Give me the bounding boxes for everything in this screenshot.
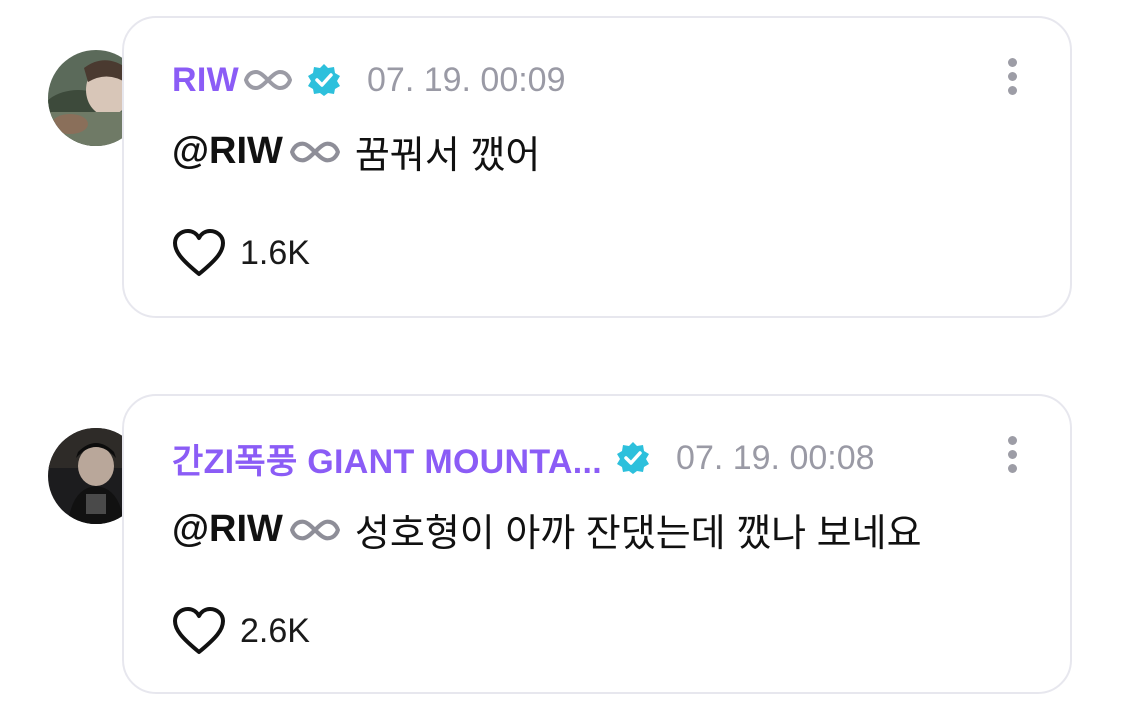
verified-badge-icon — [308, 64, 340, 96]
comment-card: 간ZI폭풍 GIANT MOUNTA... 07. 19. 00:08 @RIW… — [122, 394, 1072, 694]
infinity-icon — [289, 519, 340, 540]
more-dot-icon — [1007, 450, 1017, 459]
comment-text: 꿈꿔서 깼어 — [354, 135, 541, 177]
infinity-icon — [289, 141, 340, 162]
like-count: 1.6K — [240, 233, 310, 272]
timestamp: 07. 19. 00:09 — [367, 60, 566, 99]
comment-body: @RIW 성호형이 아까 잔댔는데 깼나 보네요 — [172, 502, 922, 557]
comment-header: RIW 07. 19. 00:09 — [172, 56, 566, 104]
comment-header: 간ZI폭풍 GIANT MOUNTA... 07. 19. 00:08 — [172, 434, 875, 482]
author-name[interactable]: 간ZI폭풍 GIANT MOUNTA... — [172, 434, 602, 483]
mention-link[interactable]: @RIW — [172, 130, 283, 173]
comment-text: 성호형이 아까 잔댔는데 깼나 보네요 — [354, 513, 922, 555]
more-dot-icon — [1007, 464, 1017, 473]
heart-icon — [173, 607, 225, 654]
infinity-icon — [243, 69, 293, 91]
comment-card: RIW 07. 19. 00:09 @RIW 꿈꿔서 깼어 1.6K — [122, 16, 1072, 318]
more-dot-icon — [1007, 58, 1017, 67]
like-button[interactable]: 1.6K — [172, 228, 310, 278]
more-options-button[interactable] — [1006, 436, 1018, 476]
heart-icon — [173, 229, 225, 276]
more-dot-icon — [1007, 436, 1017, 445]
more-dot-icon — [1007, 72, 1017, 81]
timestamp: 07. 19. 00:08 — [676, 438, 875, 477]
more-dot-icon — [1007, 86, 1017, 95]
verified-badge-icon — [617, 442, 650, 474]
like-count: 2.6K — [240, 611, 310, 650]
like-button[interactable]: 2.6K — [172, 606, 310, 656]
more-options-button[interactable] — [1006, 58, 1018, 98]
author-name[interactable]: RIW — [172, 61, 239, 100]
comment-body: @RIW 꿈꿔서 깼어 — [172, 124, 540, 179]
mention-link[interactable]: @RIW — [172, 508, 283, 551]
